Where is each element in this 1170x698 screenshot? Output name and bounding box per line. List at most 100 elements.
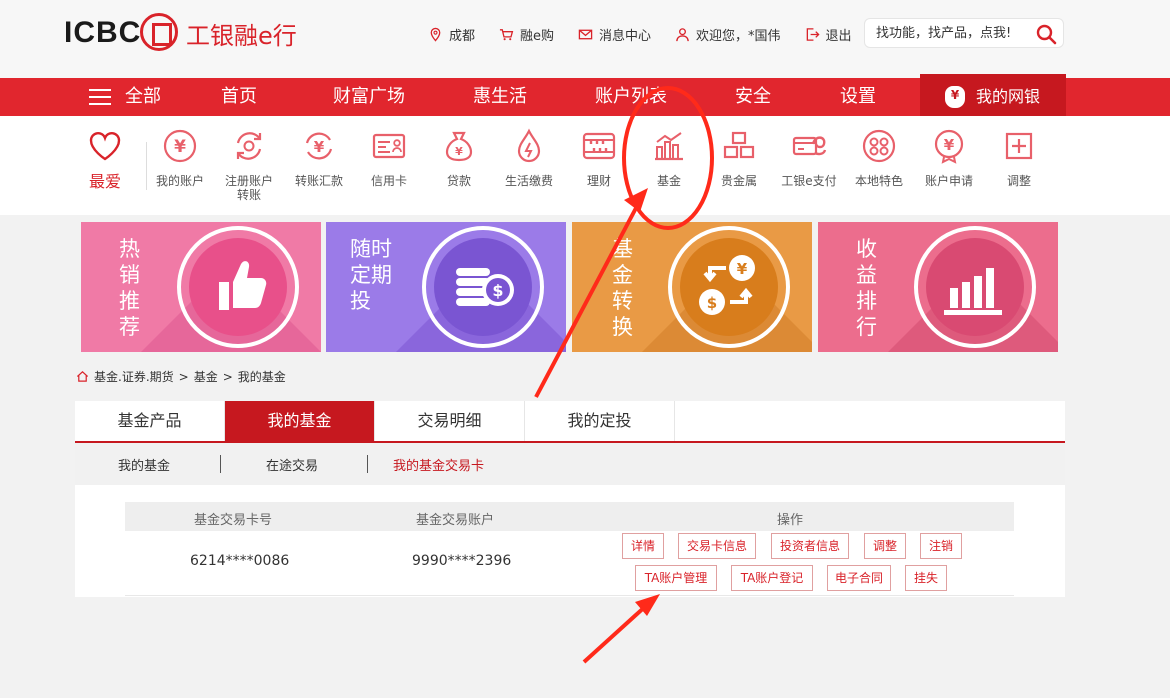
tab-my-regular-invest[interactable]: 我的定投: [525, 401, 675, 441]
nav-security[interactable]: 安全: [735, 78, 771, 116]
message-center-link[interactable]: 消息中心: [578, 24, 651, 44]
card-info-button[interactable]: 交易卡信息: [678, 533, 756, 559]
nav-wealth-plaza[interactable]: 财富广场: [333, 78, 405, 116]
quick-wealth[interactable]: 理财: [564, 128, 634, 188]
favorite-label: 最爱: [88, 172, 121, 191]
home-icon[interactable]: [76, 370, 89, 383]
thumbs-up-icon: [189, 238, 287, 336]
svg-text:¥: ¥: [944, 136, 955, 154]
main-nav: 全部 首页 财富广场 惠生活 账户列表 安全 设置 我的网银: [0, 74, 1170, 120]
quick-access-bar: 最爱 ¥ 我的账户 注册账户转账 ¥ 转账汇款 信用卡 ¥ 贷款 生活缴费 理财…: [0, 116, 1170, 215]
quick-epay-label: 工银e支付: [781, 174, 837, 188]
banner-invest-label: 随时定期投: [350, 237, 392, 313]
breadcrumb-separator: >: [222, 369, 233, 384]
quick-transfer[interactable]: ¥ 转账汇款: [284, 128, 354, 188]
svg-text:¥: ¥: [737, 260, 748, 278]
svg-text:¥: ¥: [455, 145, 463, 158]
fund-panel: 基金产品 我的基金 交易明细 我的定投 我的基金 在途交易 我的基金交易卡 基金…: [75, 401, 1065, 597]
nav-life[interactable]: 惠生活: [473, 78, 527, 116]
emall-label: 融e购: [520, 28, 555, 44]
breadcrumb: 基金.证券.期货 > 基金 > 我的基金: [76, 368, 286, 385]
icbc-logo-text[interactable]: ICBC: [64, 16, 141, 50]
quick-credit-card[interactable]: 信用卡: [354, 128, 424, 188]
wealth-icon: [582, 132, 616, 160]
loan-icon: ¥: [445, 131, 473, 162]
investor-info-button[interactable]: 投资者信息: [771, 533, 849, 559]
nav-account-list[interactable]: 账户列表: [595, 78, 667, 116]
brand-name[interactable]: 工银融e行: [186, 16, 297, 51]
breadcrumb-fund[interactable]: 基金: [194, 368, 218, 385]
tab-fund-products[interactable]: 基金产品: [75, 401, 225, 441]
quick-account-apply[interactable]: ¥ 账户申请: [914, 128, 984, 188]
banner-regular-invest[interactable]: 随时定期投 $: [326, 222, 566, 352]
ta-account-manage-button[interactable]: TA账户管理: [635, 565, 717, 591]
search-box: [864, 18, 1064, 48]
city-link[interactable]: 成都: [428, 24, 475, 44]
card-number: 6214****0086: [190, 553, 290, 569]
quick-local[interactable]: 本地特色: [844, 128, 914, 188]
gold-icon: [723, 131, 755, 159]
banner-yield-rank[interactable]: 收益排行: [818, 222, 1058, 352]
quick-loan[interactable]: ¥ 贷款: [424, 128, 494, 188]
cart-icon: [499, 28, 514, 40]
breadcrumb-fund-securities[interactable]: 基金.证券.期货: [94, 368, 174, 385]
search-icon[interactable]: [1035, 23, 1057, 45]
welcome-user-link[interactable]: 欢迎您，*国伟: [675, 24, 781, 44]
subtab-in-transit[interactable]: 在途交易: [266, 455, 318, 474]
quick-epay[interactable]: 工银e支付: [774, 128, 844, 188]
banner-fund-convert[interactable]: 基金转换 ¥ $: [572, 222, 812, 352]
header-operations: 操作: [777, 513, 804, 528]
favorite-item[interactable]: 最爱: [84, 130, 126, 192]
trading-card-table: 基金交易卡号 基金交易账户 操作 6214****0086 9990****23…: [125, 502, 1014, 596]
logout-link[interactable]: 退出: [805, 24, 852, 44]
quick-utility-label: 生活缴费: [504, 174, 553, 188]
logout-icon: [806, 27, 820, 41]
adjust-button[interactable]: 调整: [864, 533, 906, 559]
quick-precious-metal[interactable]: 贵金属: [704, 128, 774, 188]
ta-account-register-button[interactable]: TA账户登记: [731, 565, 813, 591]
quick-registered-transfer-label: 注册账户转账: [224, 174, 273, 202]
quick-my-account[interactable]: ¥ 我的账户: [145, 128, 215, 188]
registered-transfer-icon: [236, 132, 262, 160]
quick-utility[interactable]: 生活缴费: [494, 128, 564, 188]
banner-rank-circle: [914, 226, 1036, 348]
bar-chart-icon: [926, 238, 1024, 336]
icbc-logo-icon[interactable]: [140, 13, 178, 51]
search-input[interactable]: [865, 19, 1025, 47]
banner-hot-label: 热销推荐: [119, 237, 140, 339]
svg-text:$: $: [707, 294, 717, 312]
banner-convert-circle: ¥ $: [668, 226, 790, 348]
nav-settings[interactable]: 设置: [840, 78, 876, 116]
cancel-card-button[interactable]: 注销: [920, 533, 962, 559]
nav-home[interactable]: 首页: [221, 78, 257, 116]
hamburger-icon[interactable]: [89, 89, 111, 105]
banner-hot-recommend[interactable]: 热销推荐: [81, 222, 321, 352]
table-header: 基金交易卡号 基金交易账户 操作: [125, 502, 1014, 531]
report-loss-button[interactable]: 挂失: [905, 565, 947, 591]
emall-link[interactable]: 融e购: [499, 24, 554, 44]
nav-all[interactable]: 全部: [125, 78, 161, 116]
quick-registered-transfer[interactable]: 注册账户转账: [214, 128, 284, 202]
details-button[interactable]: 详情: [622, 533, 664, 559]
nav-my-ebank[interactable]: 我的网银: [920, 74, 1066, 120]
quick-credit-card-label: 信用卡: [370, 174, 407, 188]
tab-transaction-details[interactable]: 交易明细: [375, 401, 525, 441]
epay-icon: [792, 136, 827, 156]
quick-fund[interactable]: 基金: [634, 128, 704, 188]
money-bag-icon: [945, 86, 965, 108]
svg-text:¥: ¥: [314, 138, 325, 156]
banner-hot-circle: [177, 226, 299, 348]
apply-icon: ¥: [934, 129, 964, 164]
subtab-my-fund[interactable]: 我的基金: [118, 455, 170, 474]
e-contract-button[interactable]: 电子合同: [827, 565, 891, 591]
exchange-icon: ¥ $: [680, 238, 778, 336]
subtab-separator: [220, 455, 221, 473]
top-links: 成都 融e购 消息中心 欢迎您，*国伟 退出: [428, 24, 852, 44]
header: ICBC 工银融e行 成都 融e购 消息中心 欢迎您，*国伟 退出: [0, 0, 1170, 78]
quick-fund-label: 基金: [656, 174, 681, 188]
transfer-icon: ¥: [305, 132, 333, 160]
svg-text:$: $: [492, 281, 503, 300]
tab-my-fund[interactable]: 我的基金: [225, 401, 375, 441]
subtab-fund-trading-card[interactable]: 我的基金交易卡: [393, 455, 484, 474]
quick-adjust[interactable]: 调整: [984, 128, 1054, 188]
